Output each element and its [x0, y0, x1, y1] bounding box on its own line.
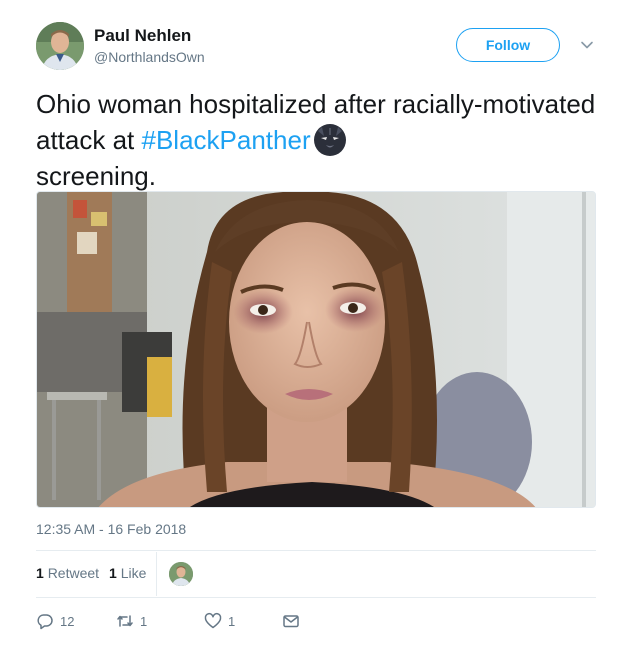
liker-avatar[interactable] — [169, 562, 193, 586]
retweets-label: Retweet — [47, 565, 100, 581]
hashtag-link[interactable]: #BlackPanther — [142, 125, 311, 155]
divider-bottom — [36, 597, 596, 598]
author-name[interactable]: Paul Nehlen — [94, 26, 191, 46]
reply-icon — [37, 614, 53, 630]
retweets-stat[interactable]: 1 Retweet — [36, 565, 99, 581]
likes-stat[interactable]: 1 Like — [109, 565, 146, 581]
divider-top — [36, 550, 596, 551]
direct-message-button[interactable] — [282, 612, 306, 630]
likes-count: 1 — [109, 565, 117, 581]
reply-button[interactable]: 12 — [36, 612, 116, 630]
retweet-icon — [117, 615, 133, 627]
chevron-down-icon[interactable] — [578, 36, 596, 54]
retweet-button[interactable]: 1 — [116, 612, 204, 630]
direct-message-icon — [283, 615, 299, 628]
black-panther-emoji-icon — [313, 124, 346, 156]
likes-label: Like — [120, 565, 147, 581]
author-handle[interactable]: @NorthlandsOwn — [94, 49, 205, 65]
retweet-count: 1 — [140, 613, 148, 629]
retweets-count: 1 — [36, 565, 44, 581]
engagement-stats: 1 Retweet 1 Like — [36, 565, 156, 581]
like-button[interactable]: 1 — [204, 612, 282, 630]
follow-button[interactable]: Follow — [456, 28, 560, 62]
reply-count: 12 — [60, 613, 75, 629]
tweet-photo[interactable] — [36, 191, 596, 508]
tweet-text: Ohio woman hospitalized after racially-m… — [36, 86, 596, 194]
stats-separator — [156, 552, 157, 596]
like-icon — [204, 613, 222, 629]
tweet-timestamp[interactable]: 12:35 AM - 16 Feb 2018 — [36, 521, 186, 537]
author-avatar[interactable] — [36, 22, 84, 70]
tweet-actions: 12 1 1 — [36, 610, 306, 632]
like-count: 1 — [228, 613, 236, 629]
tweet-text-tail: screening. — [36, 161, 156, 191]
